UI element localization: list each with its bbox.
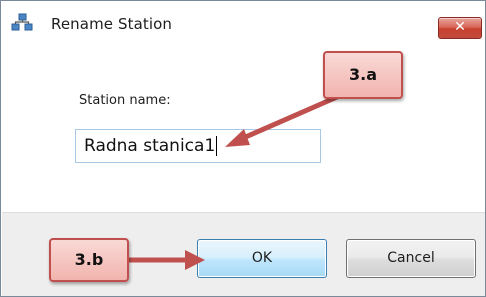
text-caret <box>216 136 218 156</box>
title-bar: Rename Station ✕ <box>1 1 485 43</box>
station-network-icon <box>11 13 33 33</box>
close-icon: ✕ <box>454 19 466 35</box>
rename-station-dialog: Rename Station ✕ Station name: Radna sta… <box>0 0 486 297</box>
callout-step-a: 3.a <box>323 51 403 99</box>
station-name-value: Radna stanica1 <box>84 136 216 156</box>
close-button[interactable]: ✕ <box>438 17 482 39</box>
station-name-label: Station name: <box>79 93 171 108</box>
ok-button[interactable]: OK <box>197 239 327 278</box>
station-name-input[interactable]: Radna stanica1 <box>75 129 321 163</box>
cancel-button[interactable]: Cancel <box>346 239 476 278</box>
callout-step-b: 3.b <box>49 238 129 282</box>
dialog-title: Rename Station <box>51 15 173 33</box>
